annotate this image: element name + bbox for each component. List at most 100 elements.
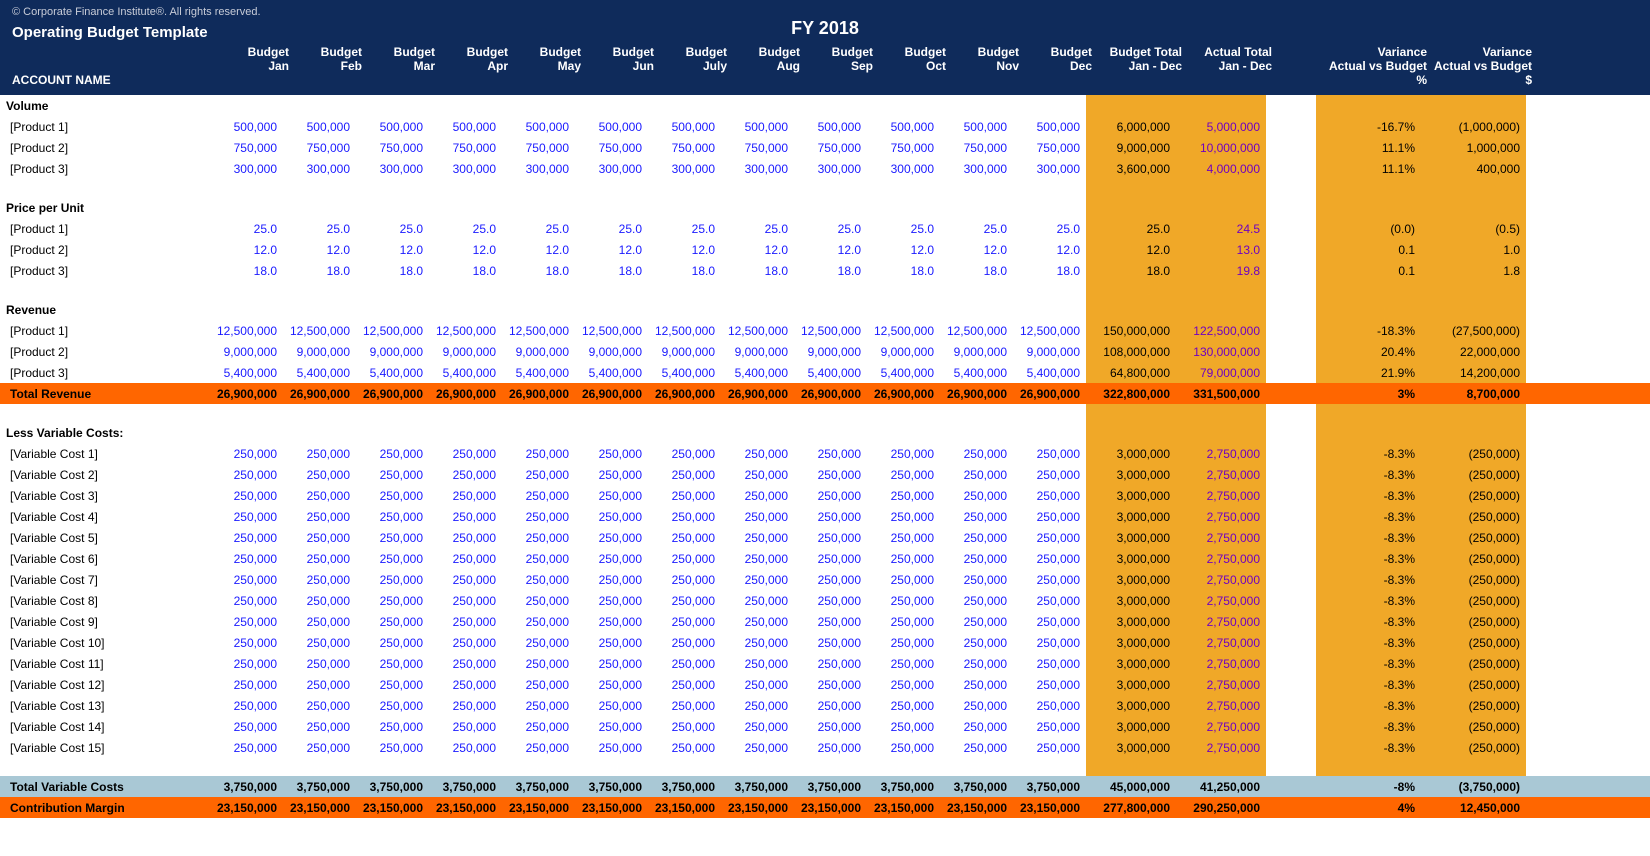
cell[interactable]: 250,000: [356, 573, 429, 587]
row-label[interactable]: Total Revenue: [0, 387, 210, 401]
cell[interactable]: 500,000: [648, 120, 721, 134]
cell[interactable]: 500,000: [502, 120, 575, 134]
cell[interactable]: 750,000: [794, 141, 867, 155]
cell[interactable]: 250,000: [867, 573, 940, 587]
budget-total-cell[interactable]: 3,000,000: [1086, 531, 1176, 545]
cell[interactable]: 250,000: [721, 573, 794, 587]
cell[interactable]: 250,000: [502, 636, 575, 650]
cell[interactable]: 250,000: [648, 531, 721, 545]
cell[interactable]: 750,000: [575, 141, 648, 155]
cell[interactable]: 750,000: [940, 141, 1013, 155]
cell[interactable]: 250,000: [210, 573, 283, 587]
cell[interactable]: 250,000: [648, 468, 721, 482]
actual-total-cell[interactable]: 2,750,000: [1176, 615, 1266, 629]
cell[interactable]: 300,000: [210, 162, 283, 176]
cell[interactable]: 250,000: [502, 657, 575, 671]
row-label[interactable]: Volume: [0, 99, 210, 113]
cell[interactable]: 250,000: [283, 699, 356, 713]
budget-total-cell[interactable]: 3,600,000: [1086, 162, 1176, 176]
cell[interactable]: 250,000: [721, 741, 794, 755]
actual-total-cell[interactable]: 2,750,000: [1176, 573, 1266, 587]
cell[interactable]: 12.0: [721, 243, 794, 257]
cell[interactable]: 9,000,000: [429, 345, 502, 359]
budget-total-cell[interactable]: 45,000,000: [1086, 780, 1176, 794]
cell[interactable]: 250,000: [648, 594, 721, 608]
cell[interactable]: 250,000: [794, 657, 867, 671]
variance-dollar-cell[interactable]: 1,000,000: [1421, 141, 1526, 155]
cell[interactable]: 26,900,000: [502, 387, 575, 401]
cell[interactable]: 23,150,000: [940, 801, 1013, 815]
row-label[interactable]: [Product 3]: [0, 162, 210, 176]
cell[interactable]: 250,000: [867, 720, 940, 734]
cell[interactable]: 500,000: [867, 120, 940, 134]
cell[interactable]: 23,150,000: [575, 801, 648, 815]
cell[interactable]: 12,500,000: [356, 324, 429, 338]
cell[interactable]: 12.0: [356, 243, 429, 257]
variance-dollar-cell[interactable]: (250,000): [1421, 573, 1526, 587]
cell[interactable]: 25.0: [867, 222, 940, 236]
cell[interactable]: 250,000: [721, 552, 794, 566]
variance-pct-cell[interactable]: 0.1: [1316, 243, 1421, 257]
actual-total-cell[interactable]: 13.0: [1176, 243, 1266, 257]
cell[interactable]: 250,000: [721, 657, 794, 671]
cell[interactable]: 250,000: [940, 447, 1013, 461]
cell[interactable]: 12.0: [429, 243, 502, 257]
budget-total-cell[interactable]: 64,800,000: [1086, 366, 1176, 380]
cell[interactable]: 250,000: [794, 510, 867, 524]
cell[interactable]: 9,000,000: [867, 345, 940, 359]
actual-total-cell[interactable]: 5,000,000: [1176, 120, 1266, 134]
variance-dollar-cell[interactable]: (250,000): [1421, 468, 1526, 482]
cell[interactable]: 25.0: [502, 222, 575, 236]
cell[interactable]: 250,000: [794, 468, 867, 482]
cell[interactable]: 250,000: [648, 615, 721, 629]
cell[interactable]: 3,750,000: [429, 780, 502, 794]
cell[interactable]: 12.0: [794, 243, 867, 257]
cell[interactable]: 25.0: [210, 222, 283, 236]
cell[interactable]: 9,000,000: [648, 345, 721, 359]
actual-total-cell[interactable]: 2,750,000: [1176, 678, 1266, 692]
cell[interactable]: 250,000: [867, 510, 940, 524]
cell[interactable]: 250,000: [648, 720, 721, 734]
variance-dollar-cell[interactable]: (3,750,000): [1421, 780, 1526, 794]
cell[interactable]: 250,000: [1013, 636, 1086, 650]
cell[interactable]: 250,000: [429, 699, 502, 713]
cell[interactable]: 250,000: [283, 657, 356, 671]
cell[interactable]: 250,000: [210, 552, 283, 566]
cell[interactable]: 250,000: [794, 720, 867, 734]
cell[interactable]: 5,400,000: [575, 366, 648, 380]
cell[interactable]: 250,000: [210, 636, 283, 650]
cell[interactable]: 25.0: [283, 222, 356, 236]
cell[interactable]: 3,750,000: [356, 780, 429, 794]
budget-total-cell[interactable]: 150,000,000: [1086, 324, 1176, 338]
cell[interactable]: 250,000: [940, 741, 1013, 755]
variance-pct-cell[interactable]: -8.3%: [1316, 552, 1421, 566]
variance-pct-cell[interactable]: -8.3%: [1316, 615, 1421, 629]
cell[interactable]: 500,000: [721, 120, 794, 134]
cell[interactable]: 26,900,000: [356, 387, 429, 401]
cell[interactable]: 12.0: [575, 243, 648, 257]
cell[interactable]: 250,000: [283, 720, 356, 734]
cell[interactable]: 750,000: [502, 141, 575, 155]
row-label[interactable]: [Product 3]: [0, 264, 210, 278]
cell[interactable]: 9,000,000: [356, 345, 429, 359]
variance-dollar-cell[interactable]: 1.0: [1421, 243, 1526, 257]
actual-total-cell[interactable]: 2,750,000: [1176, 447, 1266, 461]
row-label[interactable]: [Variable Cost 10]: [0, 636, 210, 650]
cell[interactable]: 12.0: [940, 243, 1013, 257]
cell[interactable]: 250,000: [210, 699, 283, 713]
row-label[interactable]: [Variable Cost 6]: [0, 552, 210, 566]
row-label[interactable]: [Product 1]: [0, 120, 210, 134]
cell[interactable]: 18.0: [502, 264, 575, 278]
actual-total-cell[interactable]: 331,500,000: [1176, 387, 1266, 401]
budget-total-cell[interactable]: 3,000,000: [1086, 489, 1176, 503]
actual-total-cell[interactable]: 2,750,000: [1176, 741, 1266, 755]
row-label[interactable]: [Variable Cost 7]: [0, 573, 210, 587]
cell[interactable]: 250,000: [867, 657, 940, 671]
cell[interactable]: 750,000: [429, 141, 502, 155]
cell[interactable]: 18.0: [940, 264, 1013, 278]
cell[interactable]: 250,000: [648, 510, 721, 524]
actual-total-cell[interactable]: 122,500,000: [1176, 324, 1266, 338]
cell[interactable]: 23,150,000: [721, 801, 794, 815]
row-label[interactable]: [Variable Cost 2]: [0, 468, 210, 482]
cell[interactable]: 250,000: [502, 552, 575, 566]
